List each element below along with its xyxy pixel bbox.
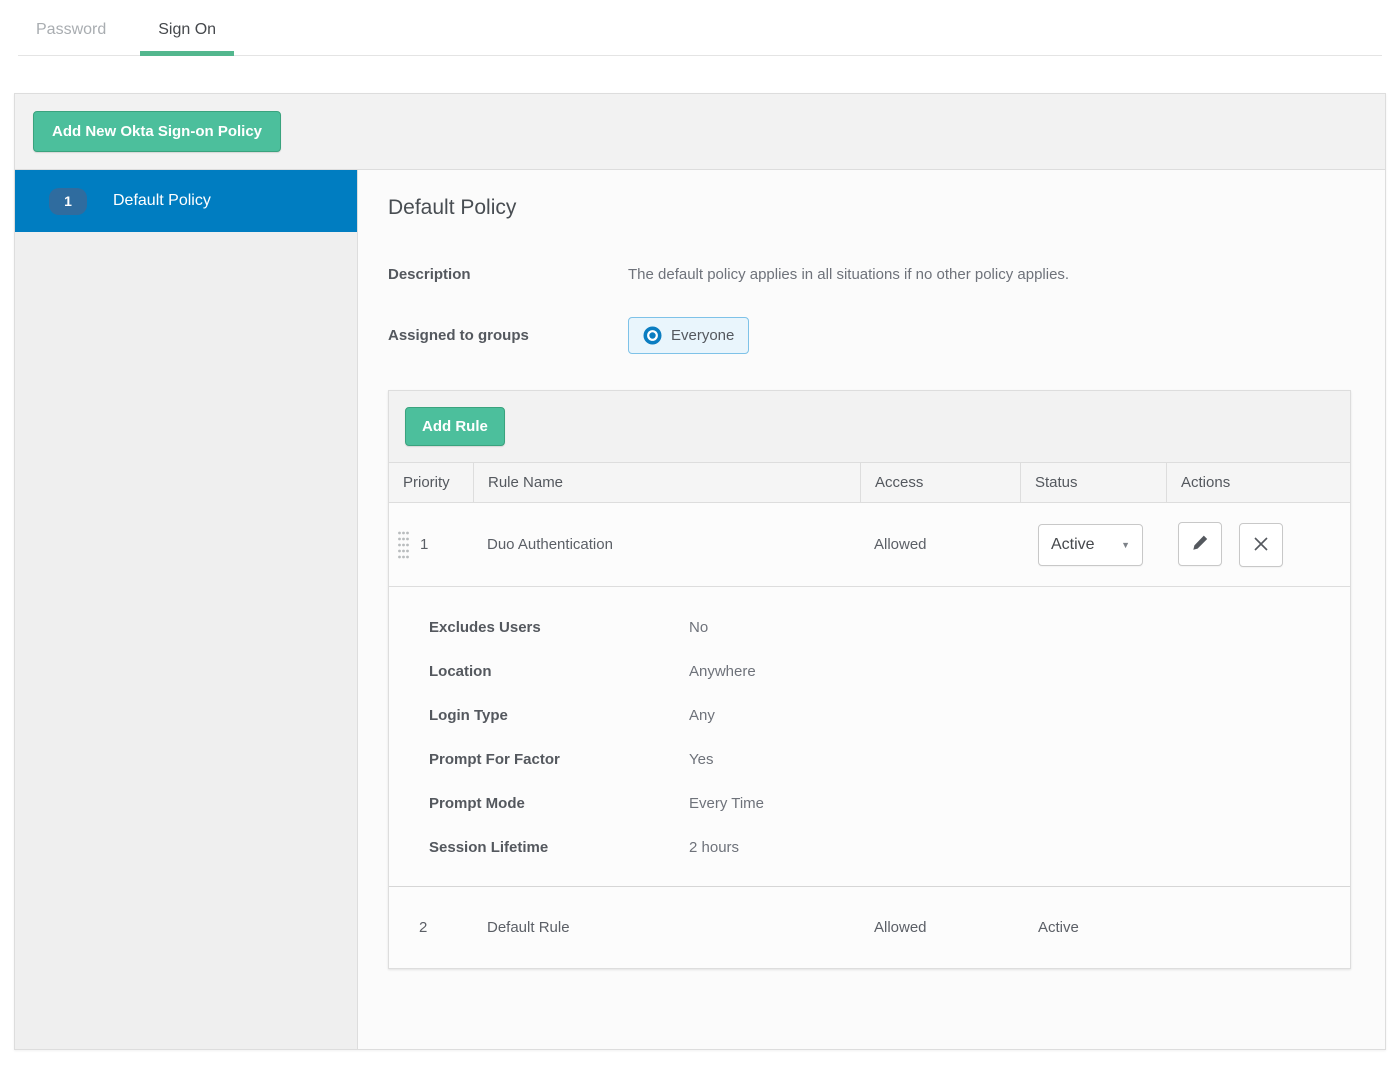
description-value: The default policy applies in all situat… (628, 266, 1070, 283)
policy-list-item-default[interactable]: 1 Default Policy (15, 170, 357, 232)
tab-sign-on[interactable]: Sign On (140, 5, 234, 56)
rules-table-header: Priority Rule Name Access Status Actions (389, 463, 1350, 503)
rule-row-duo-authentication: 1 Duo Authentication Allowed Active ▼ (389, 503, 1350, 587)
detail-value: Yes (689, 751, 714, 768)
assigned-groups-label: Assigned to groups (388, 327, 529, 344)
rule-access: Allowed (874, 536, 927, 553)
delete-rule-button[interactable] (1239, 523, 1284, 567)
detail-row-excludes-users: Excludes Users No (429, 619, 1350, 636)
detail-label: Login Type (429, 707, 508, 724)
detail-row-login-type: Login Type Any (429, 707, 1350, 724)
column-header-access: Access (860, 463, 1020, 502)
rule-status-selected-value: Active (1051, 535, 1095, 553)
group-radio-icon (643, 326, 662, 345)
policy-list-sidebar: 1 Default Policy (15, 170, 358, 1049)
policy-name-label: Default Policy (113, 192, 211, 209)
detail-value: Every Time (689, 795, 765, 812)
description-label: Description (388, 266, 471, 283)
group-chip-label: Everyone (671, 327, 735, 344)
detail-label: Prompt Mode (429, 795, 525, 812)
detail-label: Location (429, 663, 492, 680)
assigned-groups-row: Assigned to groups Everyone (388, 317, 1351, 354)
detail-value: No (689, 619, 709, 636)
drag-handle-icon[interactable] (397, 529, 410, 561)
detail-value: Anywhere (689, 663, 756, 680)
rules-section: Add Rule Priority Rule Name Access Statu… (388, 390, 1351, 969)
detail-row-location: Location Anywhere (429, 663, 1350, 680)
chevron-down-icon: ▼ (1121, 539, 1130, 550)
description-row: Description The default policy applies i… (388, 266, 1351, 283)
close-icon (1252, 535, 1270, 556)
tab-password[interactable]: Password (18, 5, 124, 55)
detail-row-session-lifetime: Session Lifetime 2 hours (429, 839, 1350, 856)
sign-on-policy-panel: Add New Okta Sign-on Policy 1 Default Po… (14, 93, 1386, 1050)
detail-label: Session Lifetime (429, 839, 549, 856)
policy-toolbar: Add New Okta Sign-on Policy (15, 94, 1385, 170)
add-policy-button[interactable]: Add New Okta Sign-on Policy (33, 111, 282, 152)
rule-details: Excludes Users No Location Anywhere Logi… (389, 586, 1350, 886)
rules-toolbar: Add Rule (389, 391, 1350, 463)
detail-row-prompt-mode: Prompt Mode Every Time (429, 795, 1350, 812)
column-header-rule-name: Rule Name (473, 463, 860, 502)
column-header-status: Status (1020, 463, 1166, 502)
detail-label: Excludes Users (429, 619, 541, 636)
column-header-priority: Priority (403, 474, 450, 491)
rule-access: Allowed (874, 919, 927, 936)
rule-status-text: Active (1038, 919, 1079, 936)
rule-row-default-rule: 2 Default Rule Allowed Active (389, 886, 1350, 968)
policy-priority-badge: 1 (49, 187, 87, 215)
edit-rule-button[interactable] (1178, 522, 1222, 566)
policy-detail-pane: Default Policy Description The default p… (358, 170, 1385, 1049)
policy-title: Default Policy (388, 196, 517, 219)
rule-name: Default Rule (487, 919, 570, 936)
detail-label: Prompt For Factor (429, 751, 560, 768)
rule-name: Duo Authentication (487, 536, 613, 553)
rule-priority: 2 (419, 919, 428, 936)
column-header-actions: Actions (1166, 463, 1350, 502)
detail-value: Any (689, 707, 715, 724)
rule-status-select[interactable]: Active ▼ (1038, 523, 1143, 566)
pencil-icon (1190, 533, 1210, 556)
rule-priority: 1 (420, 536, 429, 553)
add-rule-button[interactable]: Add Rule (405, 407, 505, 446)
group-chip-everyone[interactable]: Everyone (628, 317, 750, 354)
tab-bar: Password Sign On (18, 0, 1382, 56)
detail-row-prompt-for-factor: Prompt For Factor Yes (429, 751, 1350, 768)
detail-value: 2 hours (689, 839, 740, 856)
